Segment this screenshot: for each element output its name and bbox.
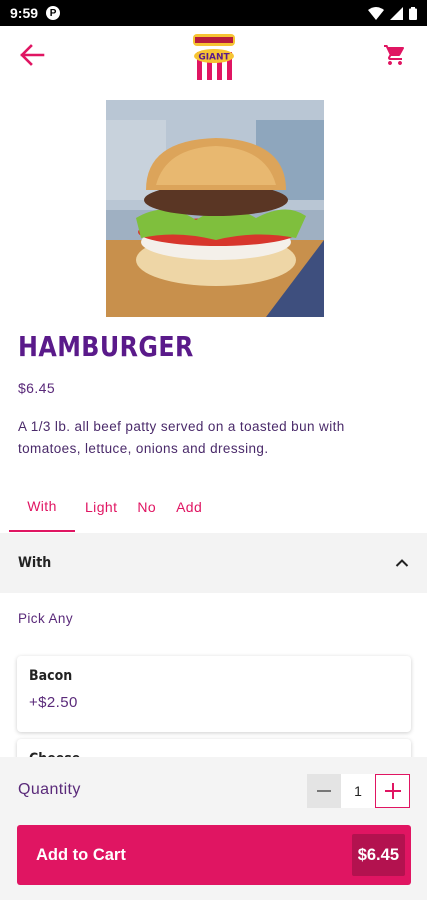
tab-no[interactable]: No bbox=[127, 482, 166, 532]
plus-icon bbox=[384, 783, 401, 799]
quantity-label: Quantity bbox=[18, 781, 81, 798]
section-title: With bbox=[18, 555, 52, 571]
tab-light[interactable]: Light bbox=[75, 482, 127, 532]
product-title: HAMBURGER bbox=[18, 330, 194, 363]
tab-add[interactable]: Add bbox=[166, 482, 212, 532]
decrease-quantity-button[interactable] bbox=[307, 774, 341, 808]
brand-logo: GIANT bbox=[192, 34, 235, 80]
arrow-left-icon bbox=[20, 44, 45, 66]
logo-text: GIANT bbox=[198, 53, 230, 63]
add-to-cart-button[interactable]: Add to Cart $6.45 bbox=[17, 825, 411, 885]
quantity-stepper: 1 bbox=[307, 774, 410, 808]
product-price: $6.45 bbox=[18, 380, 56, 396]
option-price: +$2.50 bbox=[29, 694, 78, 711]
battery-icon bbox=[409, 6, 417, 20]
cart-icon bbox=[384, 45, 405, 65]
modifier-tabs: With Light No Add bbox=[0, 482, 427, 532]
pick-any-hint: Pick Any bbox=[18, 611, 73, 626]
tab-with[interactable]: With bbox=[9, 482, 75, 532]
option-card-bacon[interactable]: Bacon +$2.50 bbox=[17, 656, 411, 732]
quantity-value: 1 bbox=[341, 774, 375, 808]
status-time: 9:59 bbox=[10, 5, 39, 21]
section-header-with[interactable]: With bbox=[0, 533, 427, 593]
add-to-cart-label: Add to Cart bbox=[36, 845, 126, 864]
status-bar: 9:59 P bbox=[0, 0, 427, 26]
notification-app-icon: P bbox=[46, 6, 61, 20]
signal-icon bbox=[390, 6, 403, 20]
cart-total-price: $6.45 bbox=[351, 834, 405, 876]
status-icons bbox=[368, 6, 417, 20]
bottom-sheet: Quantity 1 Add to Cart $6.45 bbox=[0, 757, 427, 900]
app-header: GIANT bbox=[0, 26, 427, 84]
option-name: Bacon bbox=[29, 668, 73, 684]
cart-button[interactable] bbox=[377, 37, 413, 73]
back-button[interactable] bbox=[14, 37, 50, 73]
increase-quantity-button[interactable] bbox=[375, 774, 410, 808]
minus-icon bbox=[317, 790, 331, 792]
product-photo bbox=[106, 100, 324, 317]
wifi-icon bbox=[368, 6, 384, 20]
chevron-up-icon bbox=[395, 559, 409, 567]
product-description: A 1/3 lb. all beef patty served on a toa… bbox=[18, 419, 345, 456]
